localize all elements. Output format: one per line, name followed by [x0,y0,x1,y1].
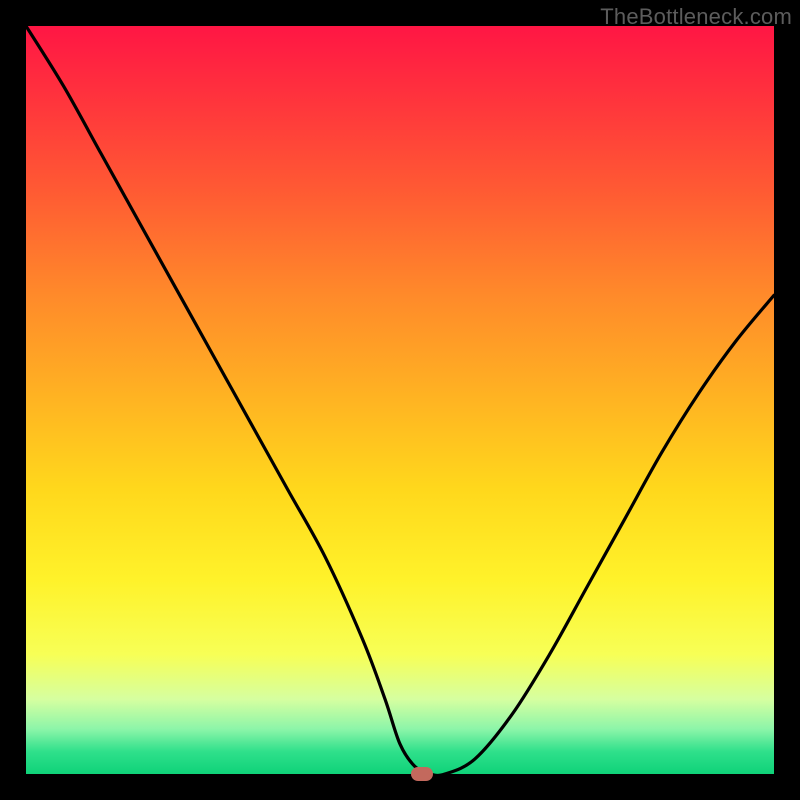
chart-frame: TheBottleneck.com [0,0,800,800]
watermark-text: TheBottleneck.com [600,4,792,30]
minimum-marker [411,767,433,781]
plot-area [26,26,774,774]
bottleneck-curve [26,26,774,774]
